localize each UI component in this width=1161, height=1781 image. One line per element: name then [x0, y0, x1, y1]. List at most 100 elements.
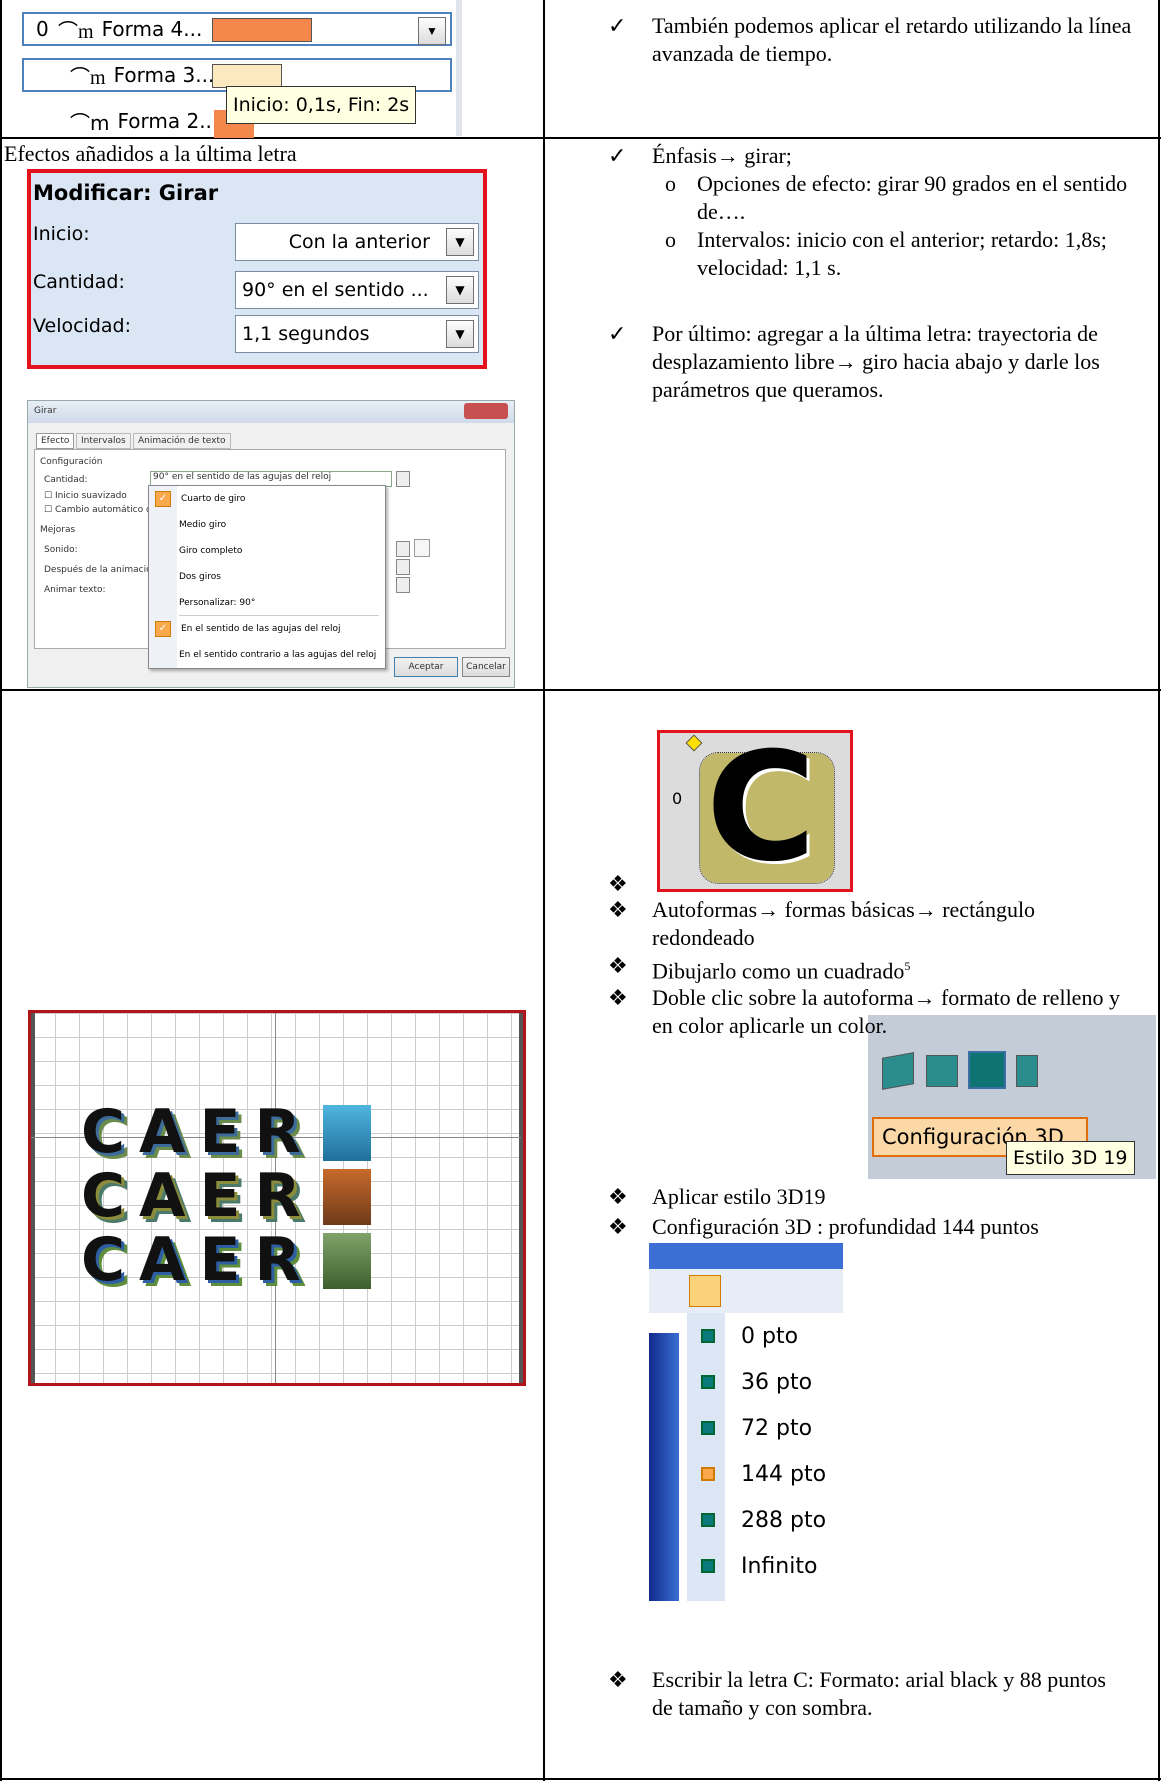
depth-option-288[interactable]: 288 pto	[687, 1497, 877, 1543]
style-3d-tooltip: Estilo 3D 19	[1006, 1141, 1135, 1175]
velocidad-select[interactable]: 1,1 segundos ▼	[235, 315, 479, 353]
depth-rows: 0 pto 36 pto 72 pto 144 pto 288 pto Infi…	[687, 1313, 843, 1601]
check-icon: ✓	[155, 491, 171, 507]
cantidad-select[interactable]: 90° en el sentido ... ▼	[235, 271, 479, 309]
chevron-down-icon[interactable]: ▼	[446, 320, 474, 348]
photo-tile	[323, 1105, 371, 1161]
slide-preview: CAER CAER CAER	[28, 1010, 526, 1386]
tab-animacion-texto[interactable]: Animación de texto	[133, 433, 231, 449]
chevron-down-icon[interactable]: ▼	[446, 228, 474, 256]
close-icon[interactable]	[464, 403, 508, 419]
row-number: 0	[36, 17, 49, 41]
chevron-down-icon[interactable]: ▼	[446, 276, 474, 304]
section-configuracion: Configuración	[40, 457, 103, 467]
bullet-text: Intervalos: inicio con el anterior; reta…	[697, 227, 1107, 280]
cube-icon[interactable]	[1016, 1055, 1038, 1087]
chevron-down-icon[interactable]	[396, 541, 410, 557]
inicio-value: Con la anterior	[288, 231, 430, 253]
modify-panel-title: Modificar: Girar	[33, 181, 219, 205]
depth-label: 144 pto	[741, 1461, 827, 1487]
bullet-text: Autoformas→ formas básicas→ rectángulo r…	[652, 897, 1036, 950]
shape-number: 0	[672, 789, 683, 808]
menu-label: Medio giro	[179, 520, 227, 530]
depth-label: 36 pto	[741, 1369, 813, 1395]
cantidad-label: Cantidad:	[33, 271, 125, 293]
depth-option-infinito[interactable]: Infinito	[687, 1543, 877, 1589]
velocidad-label: Velocidad:	[33, 315, 132, 337]
menu-label: Giro completo	[179, 546, 243, 556]
menu-item-sentido-antihorario[interactable]: En el sentido contrario a las agujas del…	[149, 642, 385, 668]
slide-left-edge	[31, 1013, 35, 1383]
cube-icon	[701, 1513, 715, 1527]
chevron-down-icon[interactable]	[396, 577, 410, 593]
row-label: Forma 2...	[117, 109, 219, 133]
bullet-text: Doble clic sobre la autoforma→ formato d…	[652, 985, 1120, 1038]
dialog-title: Girar	[34, 406, 57, 416]
bullet-sym: ❖	[608, 953, 628, 978]
depth-option-36[interactable]: 36 pto	[687, 1359, 877, 1405]
cube-icon[interactable]	[926, 1055, 958, 1087]
sonido-label: Sonido:	[44, 545, 78, 555]
animation-row-forma-4[interactable]: 0 ⌒m Forma 4... ▼	[22, 12, 452, 46]
ok-button[interactable]: Aceptar	[394, 657, 458, 677]
cube-icon[interactable]	[968, 1051, 1006, 1089]
bullet-text: Énfasis→ girar;	[652, 143, 792, 168]
depth-label: Infinito	[741, 1553, 818, 1579]
inicio-suavizado-checkbox[interactable]: ☐ Inicio suavizado	[44, 491, 127, 501]
bullet-sym: ✓	[608, 321, 627, 346]
cancel-button[interactable]: Cancelar	[462, 657, 510, 677]
bullet-sym: ❖	[608, 1667, 628, 1692]
yellow-handle-icon[interactable]	[685, 734, 703, 752]
table-border-right	[1158, 0, 1160, 1781]
check-icon: ✓	[155, 621, 171, 637]
speaker-icon[interactable]	[414, 539, 430, 557]
girar-dialog: Girar Efecto Intervalos Animación de tex…	[27, 400, 515, 688]
bullet-sym: ❖	[608, 897, 628, 922]
bullet-sym: o	[665, 227, 676, 252]
depth-option-144[interactable]: 144 pto	[687, 1451, 877, 1497]
depth-label: 288 pto	[741, 1507, 827, 1533]
caer-word-1: CAER	[81, 1097, 315, 1167]
bullet-text: Por último: agregar a la última letra: t…	[652, 321, 1100, 402]
menu-item-giro-completo[interactable]: Giro completo	[149, 538, 385, 564]
menu-item-medio-giro[interactable]: Medio giro	[149, 512, 385, 538]
tab-intervalos[interactable]: Intervalos	[76, 433, 131, 449]
menu-item-cuarto-giro[interactable]: ✓ Cuarto de giro	[149, 486, 385, 512]
menu-label: Cuarto de giro	[181, 494, 246, 504]
cube-icon	[701, 1559, 715, 1573]
despues-label: Después de la animación:	[44, 565, 161, 575]
letter-c: C	[706, 721, 817, 895]
motion-path-icon: ⌒m	[70, 66, 106, 89]
row-label: Forma 4...	[101, 17, 203, 41]
table-border-bottom	[0, 1778, 1161, 1780]
depth-option-72[interactable]: 72 pto	[687, 1405, 877, 1451]
menu-item-personalizar[interactable]: Personalizar: 90°	[149, 590, 385, 616]
animation-list: 0 ⌒m Forma 4... ▼ ⌒m Forma 3... ⌒m Forma…	[4, 0, 464, 138]
animar-label: Animar texto:	[44, 585, 106, 595]
menu-item-dos-giros[interactable]: Dos giros	[149, 564, 385, 590]
animation-list-scrollbar[interactable]	[456, 0, 462, 136]
table-border-left	[0, 0, 2, 1781]
bullet-sym: ❖	[608, 1214, 628, 1239]
inicio-select[interactable]: Con la anterior ▼	[235, 223, 479, 261]
depth-option-0[interactable]: 0 pto	[687, 1313, 877, 1359]
cantidad-label: Cantidad:	[44, 475, 88, 485]
dropdown-arrow-icon[interactable]: ▼	[418, 17, 446, 45]
bullet-sym: o	[665, 171, 676, 196]
depth-3d-icon[interactable]	[689, 1275, 721, 1307]
depth-menu: 0 pto 36 pto 72 pto 144 pto 288 pto Infi…	[649, 1243, 843, 1601]
section-mejoras: Mejoras	[40, 525, 76, 535]
table-divider-vertical	[543, 0, 545, 1781]
cube-icon[interactable]	[882, 1052, 914, 1090]
bullet-sym: ✓	[608, 143, 627, 168]
tab-efecto[interactable]: Efecto	[36, 433, 75, 449]
chevron-down-icon[interactable]	[396, 559, 410, 575]
menu-label: En el sentido contrario a las agujas del…	[179, 650, 377, 660]
motion-path-icon: ⌒m	[70, 110, 110, 135]
menu-item-sentido-horario[interactable]: ✓ En el sentido de las agujas del reloj	[149, 616, 385, 642]
row1-bullet: ✓	[608, 13, 627, 38]
menu-label: En el sentido de las agujas del reloj	[181, 624, 341, 634]
row-label: Forma 3...	[113, 63, 215, 87]
chevron-down-icon[interactable]	[396, 471, 410, 487]
caer-word-3: CAER	[81, 1225, 315, 1295]
